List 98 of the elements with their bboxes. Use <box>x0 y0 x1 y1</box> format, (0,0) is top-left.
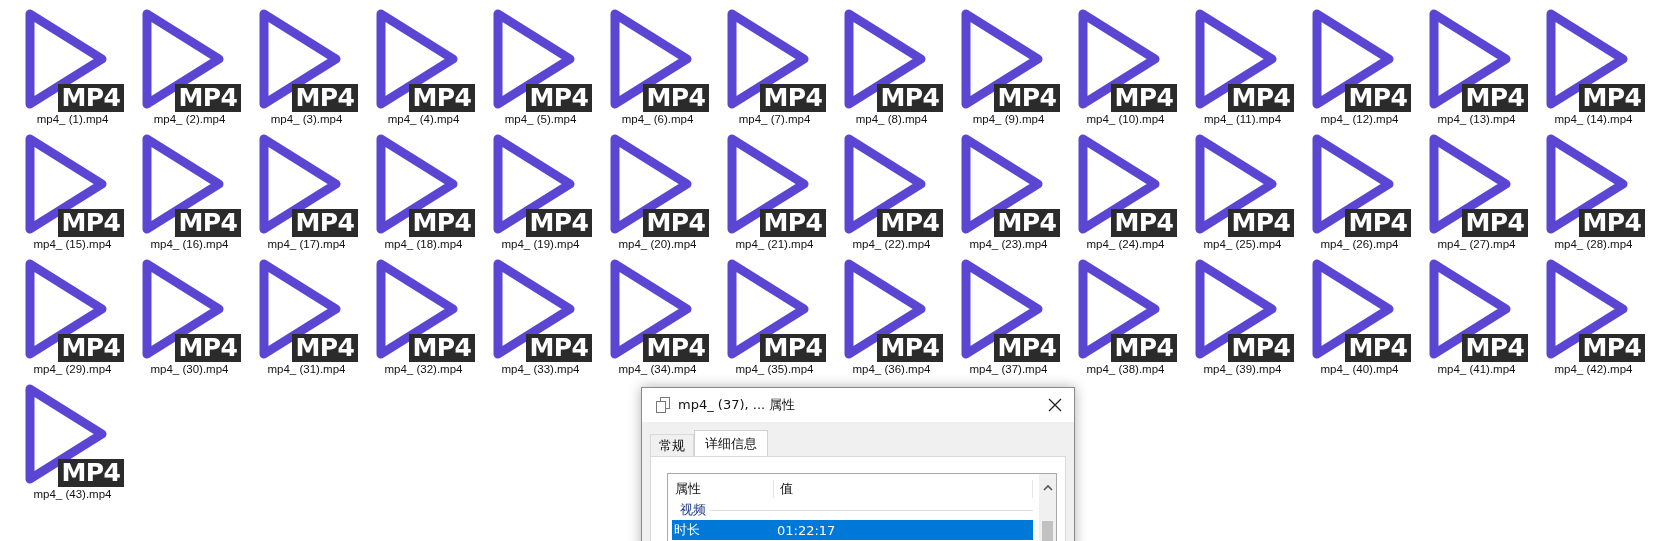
file-type-label: MP4 <box>58 209 124 237</box>
file-type-label: MP4 <box>1111 209 1177 237</box>
file-name[interactable]: mp4_ (34).mp4 <box>618 363 697 375</box>
file-name[interactable]: mp4_ (39).mp4 <box>1203 363 1282 375</box>
file-type-label: MP4 <box>292 334 358 362</box>
file-type-label: MP4 <box>643 334 709 362</box>
file-name[interactable]: mp4_ (30).mp4 <box>150 363 229 375</box>
file-type-label: MP4 <box>175 334 241 362</box>
file-name[interactable]: mp4_ (38).mp4 <box>1086 363 1165 375</box>
file-type-label: MP4 <box>760 84 826 112</box>
file-name[interactable]: mp4_ (32).mp4 <box>384 363 463 375</box>
file-type-label: MP4 <box>1462 84 1528 112</box>
file-type-label: MP4 <box>643 209 709 237</box>
file-type-label: MP4 <box>994 334 1060 362</box>
file-name[interactable]: mp4_ (17).mp4 <box>267 238 346 250</box>
file-name[interactable]: mp4_ (1).mp4 <box>36 113 109 125</box>
tab[interactable]: 详细信息 <box>694 430 768 456</box>
file-name[interactable]: mp4_ (11).mp4 <box>1203 113 1282 125</box>
file-name[interactable]: mp4_ (7).mp4 <box>738 113 811 125</box>
column-header[interactable]: 值 <box>774 480 1033 498</box>
file-name[interactable]: mp4_ (24).mp4 <box>1086 238 1165 250</box>
file-type-label: MP4 <box>292 209 358 237</box>
file-name[interactable]: mp4_ (22).mp4 <box>852 238 931 250</box>
file-name[interactable]: mp4_ (41).mp4 <box>1437 363 1516 375</box>
file-type-label: MP4 <box>175 209 241 237</box>
file-type-label: MP4 <box>1345 84 1411 112</box>
file-name[interactable]: mp4_ (43).mp4 <box>33 488 112 500</box>
file-type-label: MP4 <box>409 209 475 237</box>
file-type-label: MP4 <box>1345 334 1411 362</box>
file-name[interactable]: mp4_ (26).mp4 <box>1320 238 1399 250</box>
file-name[interactable]: mp4_ (42).mp4 <box>1554 363 1633 375</box>
file-type-label: MP4 <box>1579 84 1645 112</box>
file-name[interactable]: mp4_ (21).mp4 <box>735 238 814 250</box>
file-name[interactable]: mp4_ (10).mp4 <box>1086 113 1165 125</box>
file-type-label: MP4 <box>526 209 592 237</box>
file-name[interactable]: mp4_ (27).mp4 <box>1437 238 1516 250</box>
file-type-label: MP4 <box>994 84 1060 112</box>
file-type-label: MP4 <box>526 84 592 112</box>
file-type-label: MP4 <box>1462 334 1528 362</box>
file-name[interactable]: mp4_ (35).mp4 <box>735 363 814 375</box>
file-name[interactable]: mp4_ (16).mp4 <box>150 238 229 250</box>
file-type-label: MP4 <box>1228 209 1294 237</box>
file-name[interactable]: mp4_ (18).mp4 <box>384 238 463 250</box>
file-name[interactable]: mp4_ (14).mp4 <box>1554 113 1633 125</box>
file-type-label: MP4 <box>1462 209 1528 237</box>
documents-icon <box>656 397 670 413</box>
property-name: 时长 <box>673 521 701 539</box>
property-value: 01:22:17 <box>777 522 836 538</box>
file-name[interactable]: mp4_ (33).mp4 <box>501 363 580 375</box>
file-name[interactable]: mp4_ (37).mp4 <box>969 363 1048 375</box>
file-type-label: MP4 <box>409 334 475 362</box>
file-name[interactable]: mp4_ (15).mp4 <box>33 238 112 250</box>
file-type-label: MP4 <box>1579 334 1645 362</box>
file-type-label: MP4 <box>58 334 124 362</box>
file-type-label: MP4 <box>526 334 592 362</box>
file-name[interactable]: mp4_ (12).mp4 <box>1320 113 1399 125</box>
file-type-label: MP4 <box>877 209 943 237</box>
file-name[interactable]: mp4_ (8).mp4 <box>855 113 928 125</box>
group-label: 视频 <box>680 501 706 519</box>
file-type-label: MP4 <box>760 334 826 362</box>
file-type-label: MP4 <box>643 84 709 112</box>
file-type-label: MP4 <box>1228 84 1294 112</box>
file-name[interactable]: mp4_ (13).mp4 <box>1437 113 1516 125</box>
file-type-label: MP4 <box>409 84 475 112</box>
file-type-label: MP4 <box>1345 209 1411 237</box>
file-name[interactable]: mp4_ (4).mp4 <box>387 113 460 125</box>
file-name[interactable]: mp4_ (5).mp4 <box>504 113 577 125</box>
file-type-label: MP4 <box>175 84 241 112</box>
scroll-up-icon[interactable] <box>1042 484 1053 491</box>
file-name[interactable]: mp4_ (25).mp4 <box>1203 238 1282 250</box>
file-type-label: MP4 <box>877 334 943 362</box>
file-name[interactable]: mp4_ (29).mp4 <box>33 363 112 375</box>
file-name[interactable]: mp4_ (3).mp4 <box>270 113 343 125</box>
file-name[interactable]: mp4_ (36).mp4 <box>852 363 931 375</box>
file-type-label: MP4 <box>1579 209 1645 237</box>
file-type-label: MP4 <box>292 84 358 112</box>
file-type-label: MP4 <box>994 209 1060 237</box>
file-type-label: MP4 <box>58 84 124 112</box>
file-type-label: MP4 <box>58 459 124 487</box>
file-name[interactable]: mp4_ (31).mp4 <box>267 363 346 375</box>
file-type-label: MP4 <box>877 84 943 112</box>
file-name[interactable]: mp4_ (23).mp4 <box>969 238 1048 250</box>
file-type-label: MP4 <box>1111 84 1177 112</box>
column-header[interactable]: 属性 <box>672 480 774 498</box>
file-name[interactable]: mp4_ (2).mp4 <box>153 113 226 125</box>
file-name[interactable]: mp4_ (20).mp4 <box>618 238 697 250</box>
file-name[interactable]: mp4_ (40).mp4 <box>1320 363 1399 375</box>
property-row[interactable]: 时长 01:22:17 <box>672 520 1033 540</box>
file-name[interactable]: mp4_ (28).mp4 <box>1554 238 1633 250</box>
tab[interactable]: 常规 <box>650 434 694 456</box>
file-name[interactable]: mp4_ (6).mp4 <box>621 113 694 125</box>
file-type-label: MP4 <box>1228 334 1294 362</box>
file-type-label: MP4 <box>760 209 826 237</box>
dialog-title: mp4_ (37), ... 属性 <box>678 396 797 414</box>
close-icon[interactable] <box>1048 398 1062 412</box>
file-name[interactable]: mp4_ (19).mp4 <box>501 238 580 250</box>
file-type-label: MP4 <box>1111 334 1177 362</box>
file-name[interactable]: mp4_ (9).mp4 <box>972 113 1045 125</box>
